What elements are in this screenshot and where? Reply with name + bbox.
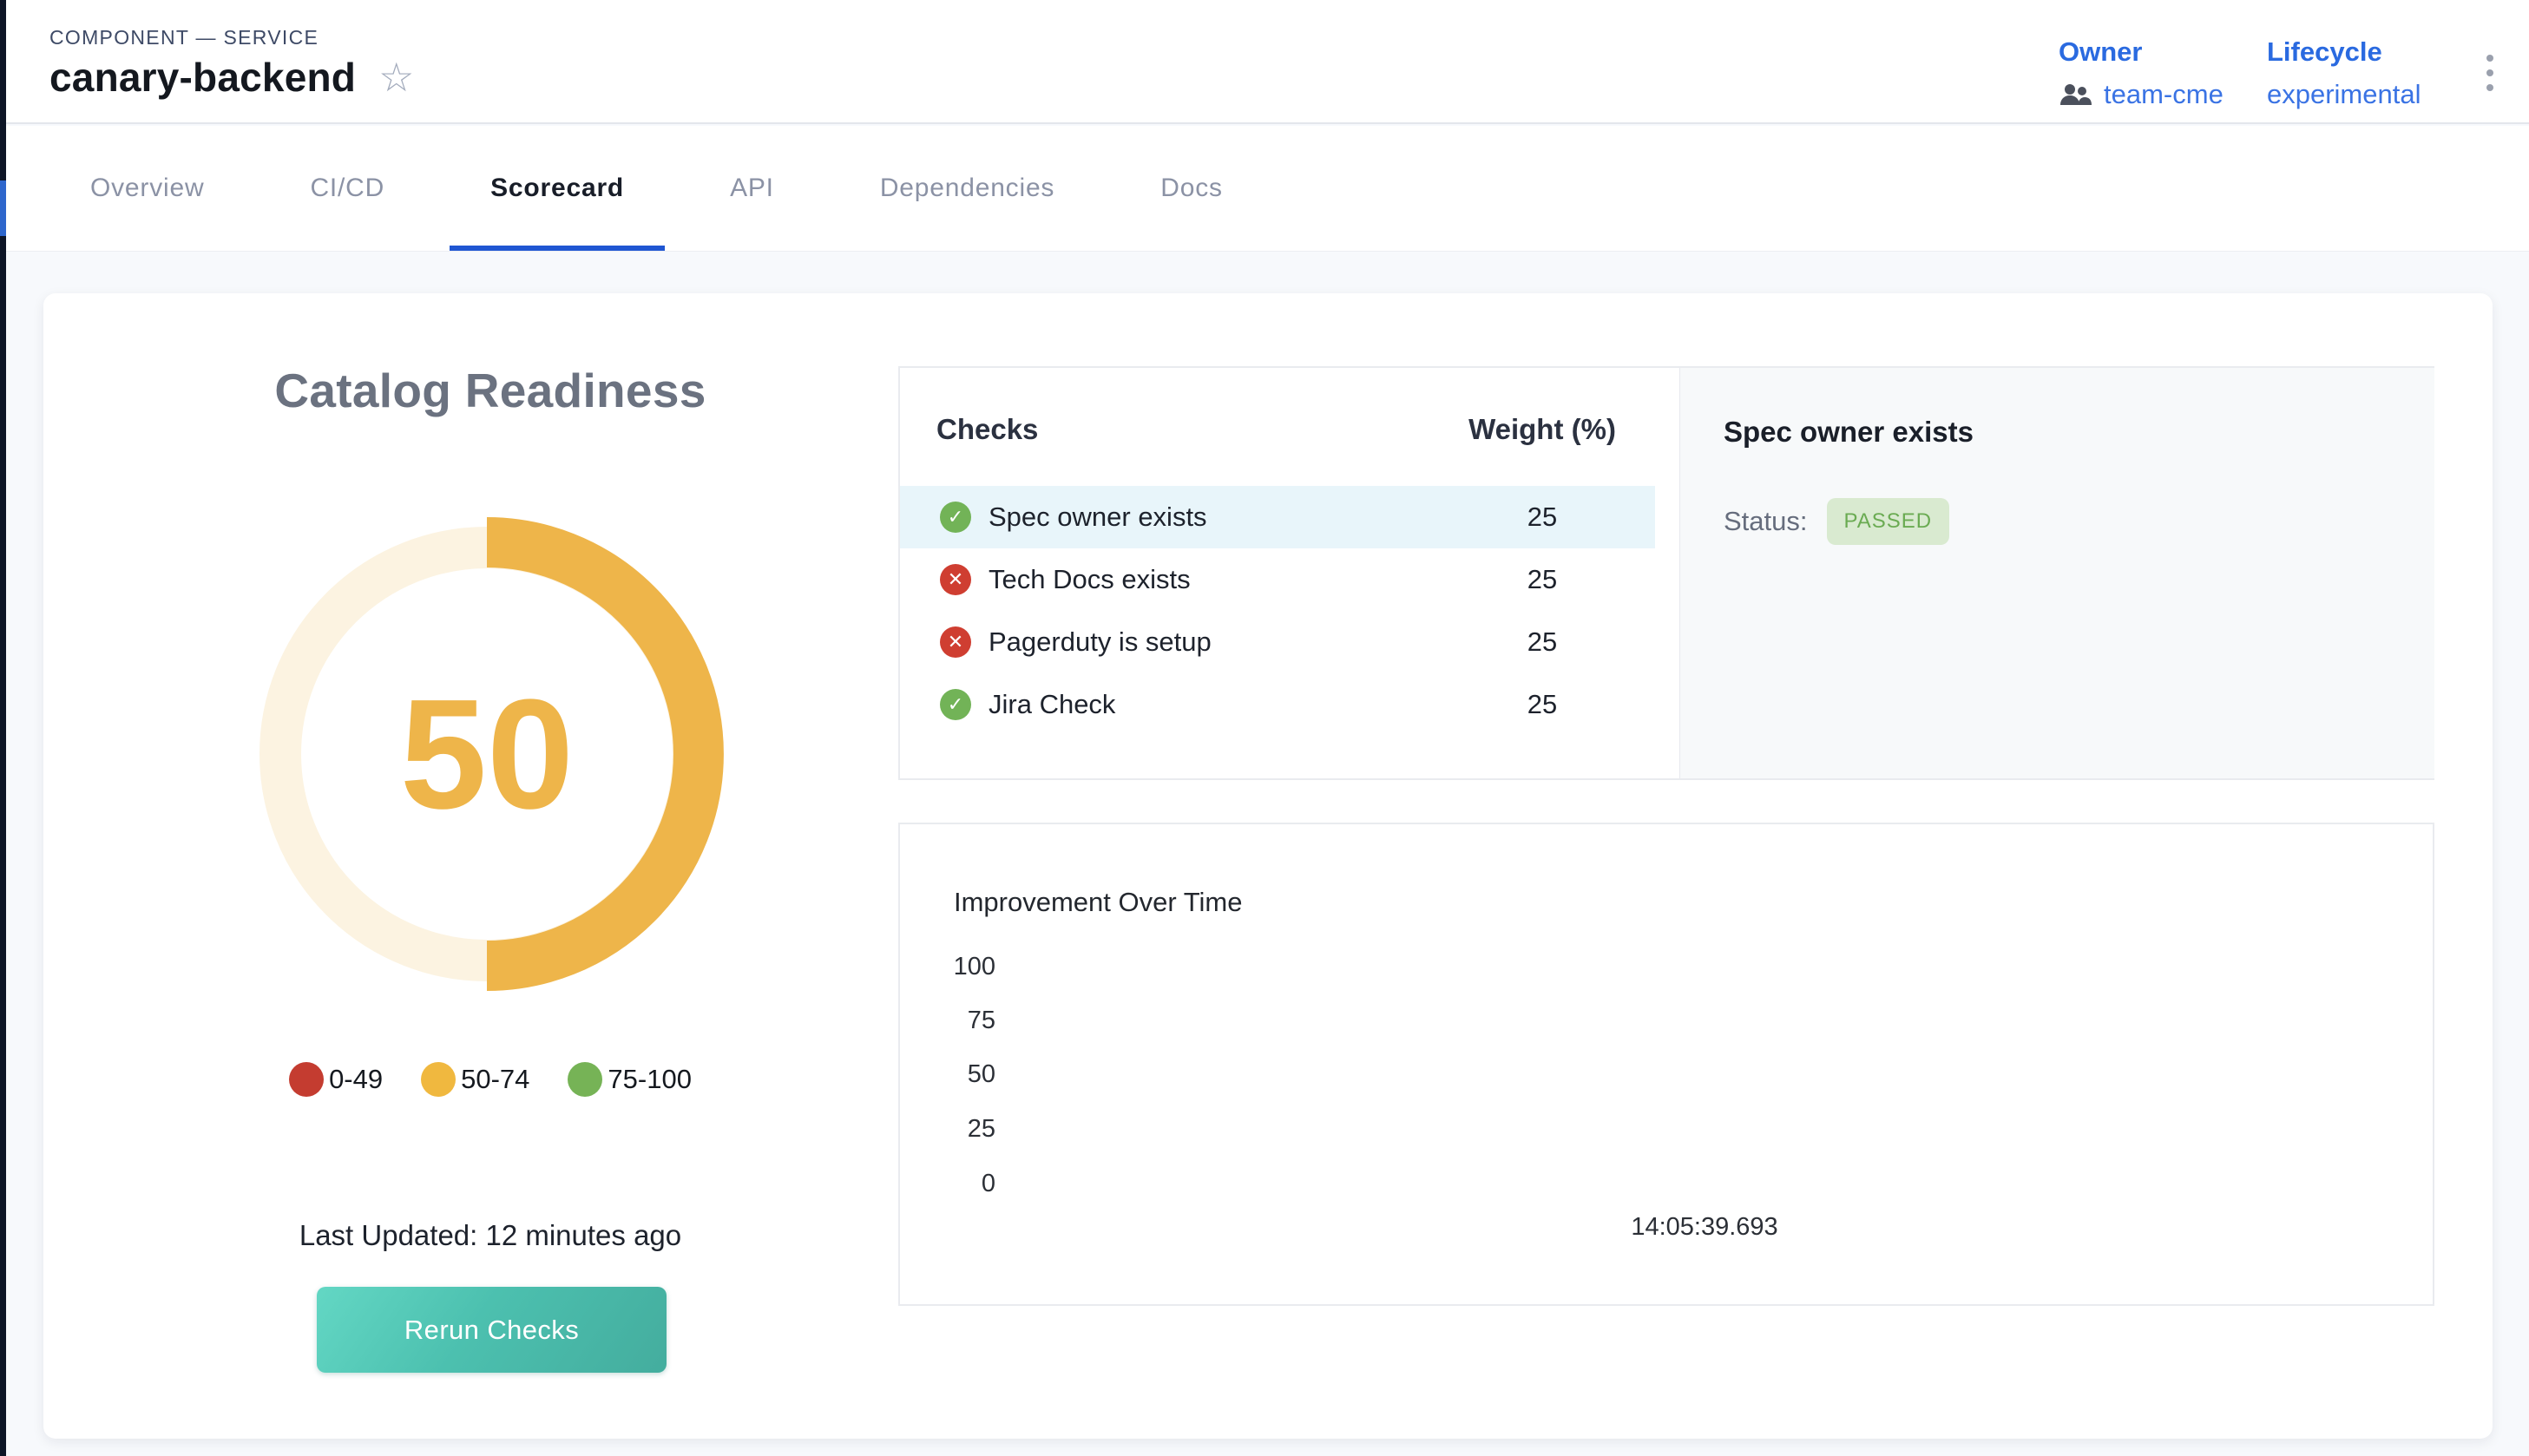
scorecard-title: Catalog Readiness: [43, 363, 937, 418]
lifecycle-value: experimental: [2267, 79, 2421, 110]
active-tab-underline: [450, 246, 665, 251]
tab-scorecard[interactable]: Scorecard: [450, 126, 665, 251]
weight-column-header: Weight (%): [1438, 413, 1646, 446]
favorite-star-icon[interactable]: ☆: [378, 57, 414, 97]
checks-column-header: Checks: [936, 413, 1038, 446]
check-passed-icon: ✓: [940, 502, 971, 533]
score-gauge: 50: [244, 511, 730, 997]
green-dot-icon: [568, 1062, 602, 1097]
chart-title: Improvement Over Time: [954, 887, 1242, 918]
owner-link[interactable]: team-cme: [2104, 79, 2224, 110]
page-title: canary-backend: [49, 54, 356, 101]
red-dot-icon: [289, 1062, 324, 1097]
check-passed-icon: ✓: [940, 689, 971, 720]
check-failed-icon: ✕: [940, 626, 971, 658]
rerun-checks-button[interactable]: Rerun Checks: [317, 1287, 667, 1373]
users-icon: [2059, 82, 2093, 107]
check-failed-icon: ✕: [940, 564, 971, 595]
score-legend: 0-49 50-74 75-100: [43, 1062, 937, 1097]
lifecycle-block: Lifecycle experimental: [2267, 36, 2421, 110]
kebab-menu-icon[interactable]: [2478, 49, 2502, 97]
y-axis-tick: 0: [900, 1171, 995, 1197]
tab-api[interactable]: API: [689, 126, 815, 251]
table-row-spec-owner[interactable]: ✓ Spec owner exists 25: [900, 486, 1655, 548]
tab-cicd[interactable]: CI/CD: [269, 126, 425, 251]
last-updated-text: Last Updated: 12 minutes ago: [43, 1219, 937, 1252]
entity-tabs: Overview CI/CD Scorecard API Dependencie…: [6, 126, 2529, 252]
checks-rows: ✓ Spec owner exists 25 ✕ Tech Docs exist…: [900, 486, 1655, 736]
kebab-dot: [2486, 84, 2493, 91]
y-axis-tick: 100: [900, 954, 995, 980]
improvement-chart-card: Improvement Over Time 100 75 50 25 0 14:…: [898, 823, 2434, 1306]
check-detail-title: Spec owner exists: [1724, 416, 1974, 449]
checks-table: Checks Weight (%) ✓ Spec owner exists 25…: [900, 368, 1679, 778]
collapsed-sidebar: [0, 0, 6, 1456]
status-row: Status: PASSED: [1724, 498, 1949, 545]
check-detail-panel: Spec owner exists Status: PASSED: [1679, 368, 2434, 778]
entity-header: COMPONENT — SERVICE canary-backend ☆ Own…: [6, 0, 2529, 124]
title-row: canary-backend ☆: [49, 54, 414, 101]
table-row-jira[interactable]: ✓ Jira Check 25: [900, 673, 1655, 736]
y-axis-tick: 75: [900, 1007, 995, 1033]
sidebar-active-indicator: [0, 180, 6, 236]
status-badge: PASSED: [1827, 498, 1950, 545]
gauge-score-value: 50: [244, 511, 730, 997]
owner-label: Owner: [2059, 36, 2224, 68]
scorecard-panel: Catalog Readiness 50 0-49 50-74 75-100 L…: [43, 293, 2493, 1439]
kebab-dot: [2486, 55, 2493, 62]
lifecycle-label: Lifecycle: [2267, 36, 2421, 68]
y-axis-tick: 25: [900, 1116, 995, 1142]
legend-item-high: 75-100: [568, 1062, 692, 1097]
tab-dependencies[interactable]: Dependencies: [839, 126, 1095, 251]
amber-dot-icon: [421, 1062, 456, 1097]
owner-block: Owner team-cme: [2059, 36, 2224, 110]
legend-item-low: 0-49: [289, 1062, 383, 1097]
tab-docs[interactable]: Docs: [1120, 126, 1264, 251]
status-label: Status:: [1724, 506, 1808, 537]
table-row-tech-docs[interactable]: ✕ Tech Docs exists 25: [900, 548, 1655, 611]
tab-overview[interactable]: Overview: [49, 126, 245, 251]
y-axis-tick: 50: [900, 1061, 995, 1087]
breadcrumb: COMPONENT — SERVICE: [49, 26, 319, 49]
table-row-pagerduty[interactable]: ✕ Pagerduty is setup 25: [900, 611, 1655, 673]
legend-item-mid: 50-74: [421, 1062, 529, 1097]
kebab-dot: [2486, 69, 2493, 76]
x-axis-tick: 14:05:39.693: [1613, 1213, 1796, 1242]
checks-card: Checks Weight (%) ✓ Spec owner exists 25…: [898, 366, 2434, 780]
